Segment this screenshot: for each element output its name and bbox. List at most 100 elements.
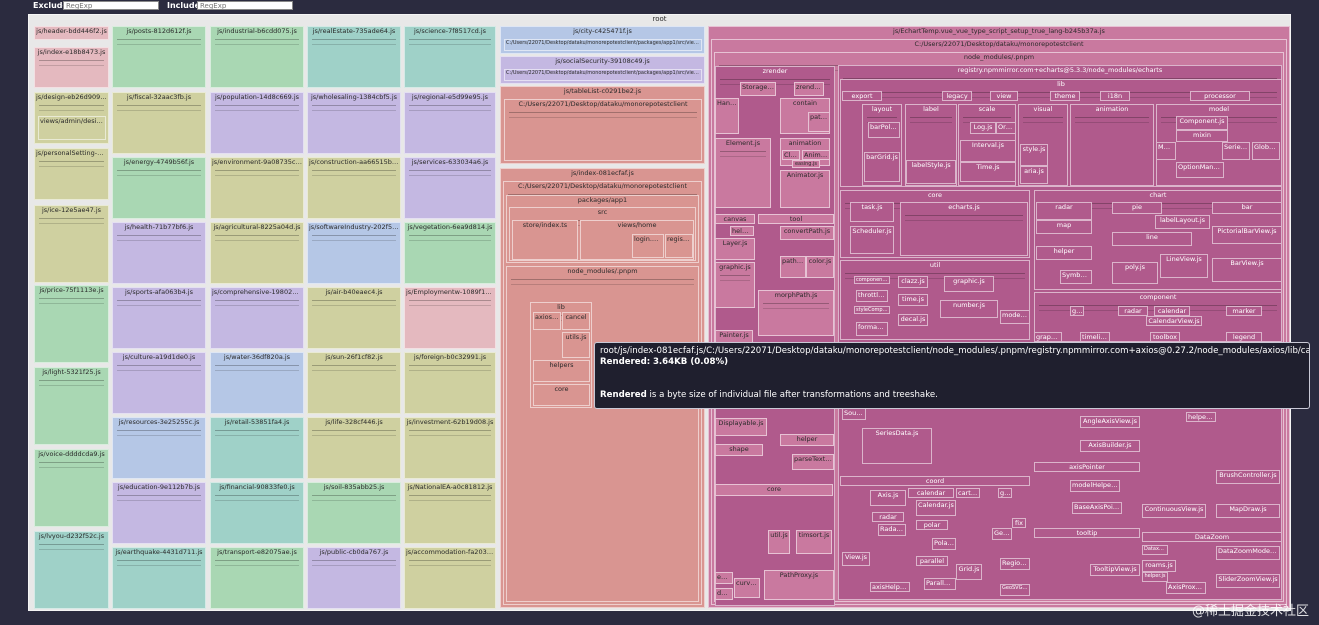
treemap-tile[interactable]: coord <box>840 476 1030 486</box>
treemap-tile[interactable]: BarView.js <box>1212 258 1282 282</box>
treemap-tile[interactable]: time.js <box>898 294 928 306</box>
treemap-tile[interactable]: js/ice-12e5ae47.js <box>34 205 109 283</box>
treemap-tile[interactable]: Calendar.js <box>916 500 956 516</box>
treemap-tile[interactable]: axios.js <box>533 312 561 330</box>
treemap-tile[interactable]: component.js <box>854 276 890 284</box>
treemap-tile[interactable]: Dataxyz.js <box>1142 545 1168 555</box>
treemap-tile[interactable]: env.js <box>715 572 733 584</box>
treemap-tile[interactable]: js/air-b40eaec4.js <box>307 287 401 349</box>
treemap-tile[interactable]: js/wholesaling-1384cbf5.js <box>307 92 401 154</box>
treemap-tile[interactable]: animation <box>1070 104 1154 186</box>
treemap-tile[interactable]: roams.js <box>1142 560 1176 572</box>
treemap-tile[interactable]: polar <box>916 520 948 530</box>
treemap-tile[interactable]: js/soil-835abb25.js <box>307 482 401 544</box>
treemap-tile[interactable]: labelLayout.js <box>1155 215 1210 229</box>
treemap-tile[interactable]: Ordinal.js <box>996 122 1016 134</box>
treemap-tile[interactable]: tool <box>758 214 834 224</box>
treemap-tile[interactable]: OptionManager.js <box>1176 162 1224 178</box>
treemap-tile[interactable]: Polar.js <box>932 538 956 550</box>
treemap-tile[interactable]: AxisBuilder.js <box>1080 440 1140 452</box>
treemap-tile[interactable]: throttle.js <box>856 290 888 302</box>
treemap-tile[interactable]: AngleAxisView.js <box>1080 416 1140 428</box>
treemap-tile[interactable]: dom.js <box>715 588 733 600</box>
treemap-tile[interactable]: js/comprehensive-19802ea0.js <box>210 287 304 349</box>
treemap-tile[interactable]: js/lvyou-d232f52c.js <box>34 531 109 609</box>
treemap-tile[interactable]: model.js <box>1000 310 1030 324</box>
treemap-tile[interactable]: Region.js <box>1000 558 1030 570</box>
treemap-tile[interactable]: TooltipView.js <box>1090 564 1140 576</box>
treemap-tile[interactable]: fix <box>1012 518 1026 528</box>
treemap-tile[interactable]: Element.js <box>715 138 771 208</box>
treemap-tile[interactable]: mixin <box>1176 130 1228 142</box>
treemap-tile[interactable]: Scheduler.js <box>850 226 894 254</box>
treemap-tile[interactable]: style.js <box>1020 144 1048 166</box>
treemap-tile[interactable]: Parallel.js <box>924 578 956 590</box>
treemap-tile[interactable]: DataZoom <box>1142 532 1282 542</box>
treemap-tile[interactable]: Grid.js <box>956 564 982 580</box>
treemap-tile[interactable]: graphic <box>1034 332 1062 342</box>
treemap-tile[interactable]: canvas <box>715 214 755 224</box>
treemap-tile[interactable]: helper.js <box>1186 412 1216 422</box>
treemap-tile[interactable]: format.js <box>856 322 888 336</box>
treemap-tile[interactable]: radar <box>1118 306 1148 316</box>
treemap-tile[interactable]: legacy <box>942 91 972 101</box>
treemap-tile[interactable]: js/voice-ddddcda9.js <box>34 449 109 527</box>
treemap-tile[interactable]: poly.js <box>1112 262 1158 284</box>
treemap-tile[interactable]: Animator.js <box>780 170 830 208</box>
treemap-tile[interactable]: styleCompat.js <box>854 306 890 314</box>
treemap-tile[interactable]: js/posts-812d612f.js <box>112 26 206 88</box>
treemap-tile[interactable]: CalendarView.js <box>1146 316 1202 326</box>
treemap-tile[interactable]: Series.js <box>1222 142 1250 160</box>
treemap-tile[interactable]: Log.js <box>970 122 996 134</box>
treemap-tile[interactable]: clazz.js <box>898 276 928 288</box>
treemap-tile[interactable]: helpers <box>533 360 590 382</box>
treemap-tile[interactable]: js/NationalEA-a0c81812.js <box>404 482 496 544</box>
treemap-tile[interactable]: parseText.js <box>792 454 834 470</box>
treemap-tile[interactable]: parallel <box>916 556 948 566</box>
treemap-tile[interactable]: js/education-9e112b7b.js <box>112 482 206 544</box>
treemap-tile[interactable]: MapDraw.js <box>1216 504 1280 518</box>
treemap-tile[interactable]: C:/Users/22071/Desktop/dataku/monorepote… <box>504 69 702 81</box>
treemap-tile[interactable]: SeriesData.js <box>862 428 932 464</box>
treemap-tile[interactable]: Symbol.js <box>1060 270 1092 284</box>
treemap-tile[interactable]: js/population-14d8c669.js <box>210 92 304 154</box>
treemap-tile[interactable]: theme <box>1050 91 1080 101</box>
treemap-tile[interactable]: js/regional-e5d99e95.js <box>404 92 496 154</box>
treemap-tile[interactable]: js/retail-53851fa4.js <box>210 417 304 479</box>
treemap-tile[interactable]: Global.js <box>1252 142 1280 160</box>
treemap-tile[interactable]: BaseAxisPointer.js <box>1072 502 1122 514</box>
treemap-tile[interactable]: axisPointer <box>1034 462 1140 472</box>
treemap-tile[interactable]: core <box>715 484 833 496</box>
exclude-input[interactable] <box>63 1 159 10</box>
treemap-tile[interactable]: js/accommodation-fa203754.js <box>404 547 496 609</box>
treemap-tile[interactable]: Axis.js <box>870 490 906 506</box>
treemap-tile[interactable]: store/index.ts <box>512 220 578 260</box>
treemap-tile[interactable]: utils.js <box>562 332 590 358</box>
treemap-tile[interactable]: js/realEstate-735ade64.js <box>307 26 401 88</box>
treemap-tile[interactable]: number.js <box>940 300 998 318</box>
treemap-tile[interactable]: ContinuousView.js <box>1142 504 1206 518</box>
treemap-tile[interactable]: js/price-75f1113e.js <box>34 285 109 363</box>
treemap-tile[interactable]: BrushController.js <box>1216 470 1280 484</box>
treemap-tile[interactable]: radar <box>872 512 904 522</box>
treemap-tile[interactable]: map <box>1036 220 1092 234</box>
treemap-tile[interactable]: processor <box>1190 91 1250 101</box>
treemap-tile[interactable]: echarts.js <box>900 202 1028 256</box>
treemap-tile[interactable]: js/industrial-b6cdd075.js <box>210 26 304 88</box>
treemap-tile[interactable]: js/construction-aa66515b.js <box>307 157 401 219</box>
treemap-tile[interactable]: axisHelper.js <box>870 582 910 592</box>
treemap-tile[interactable]: js/index-e18b8473.js <box>34 47 109 88</box>
treemap-tile[interactable]: morphPath.js <box>758 290 834 336</box>
treemap-tile[interactable]: Storage.js <box>740 82 776 96</box>
treemap-tile[interactable]: js/earthquake-4431d711.js <box>112 547 206 609</box>
treemap-tile[interactable]: Animation.js <box>802 150 830 160</box>
treemap-tile[interactable]: js/foreign-b0c32991.js <box>404 352 496 414</box>
treemap-tile[interactable]: pie <box>1112 202 1162 214</box>
treemap-tile[interactable]: shape <box>715 444 763 456</box>
treemap-tile[interactable]: labelStyle.js <box>906 160 956 184</box>
treemap-tile[interactable]: GeoSVGResource.js <box>1000 584 1030 596</box>
treemap-tile[interactable]: line <box>1112 232 1192 246</box>
treemap-tile[interactable]: timsort.js <box>796 530 832 554</box>
treemap-tile[interactable]: login.vue <box>632 234 664 258</box>
treemap-tile[interactable]: geo <box>1070 306 1084 316</box>
